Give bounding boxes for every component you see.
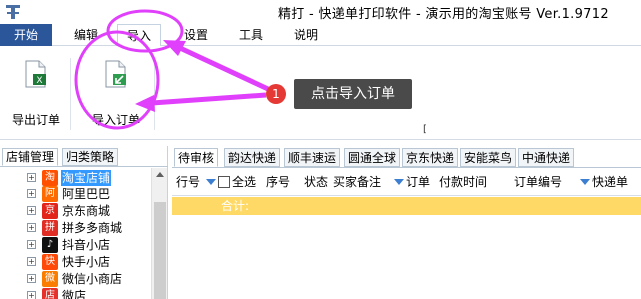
title-bar: 精打 - 快递单打印软件 - 演示用的淘宝账号 Ver.1.9712 <box>0 0 641 24</box>
column-header-label: 订单 <box>406 175 431 189</box>
export-orders-button[interactable]: X 导出订单 <box>4 54 68 127</box>
tab-sf-express[interactable]: 顺丰速运 <box>284 148 341 167</box>
app-logo-icon <box>4 3 22 21</box>
excel-export-icon: X <box>24 60 48 91</box>
column-header-label: 快递单 <box>592 175 629 189</box>
svg-text:X: X <box>36 76 42 86</box>
column-header[interactable]: 全选 <box>206 169 256 196</box>
tab-pending-review[interactable]: 待审核 <box>174 148 219 167</box>
scrollbar-thumb[interactable] <box>154 202 166 299</box>
import-orders-label: 导入订单 <box>91 113 140 127</box>
total-row: 合计: <box>172 197 641 215</box>
tab-shop-management[interactable]: 店铺管理 <box>2 148 59 166</box>
orders-grid: 行号 全选 序号 状态 买家备注 订单 付款时间 订单编号 快递单 合计: <box>172 167 641 299</box>
column-header[interactable]: 买家备注 <box>333 169 381 196</box>
jd-icon: 京 <box>42 203 58 219</box>
ribbon-separator <box>154 58 155 130</box>
menu-start[interactable]: 开始 <box>0 24 52 46</box>
column-header-label: 订单编号 <box>514 175 563 189</box>
tree-item-label: 快手小店 <box>62 255 111 269</box>
ribbon-separator <box>70 58 71 130</box>
expand-plus-icon[interactable]: + <box>27 291 36 299</box>
menu-import[interactable]: 导入 <box>117 24 161 47</box>
tab-yunda[interactable]: 韵达快递 <box>224 148 281 167</box>
kuaishou-icon: 快 <box>42 254 58 270</box>
shop-panel: 店铺管理 归类策略 + 淘淘宝店铺 + 阿阿里巴巴 + 京京东商城 + 拼拼多多商城 + ♪ 抖音小… <box>0 146 168 299</box>
column-header[interactable]: 付款时间 <box>439 169 487 196</box>
tab-jd-express[interactable]: 京东快递 <box>402 148 459 167</box>
alibaba-icon: 阿 <box>42 186 58 202</box>
column-header-label: 付款时间 <box>439 175 488 189</box>
menu-help[interactable]: 说明 <box>290 24 322 46</box>
column-header-label: 序号 <box>266 175 291 189</box>
scroll-up-arrow-icon[interactable] <box>156 172 164 177</box>
annotation-callout: 点击导入订单 <box>294 79 412 109</box>
column-header[interactable]: 状态 <box>304 169 328 196</box>
window-title: 精打 - 快递单打印软件 - 演示用的淘宝账号 Ver.1.9712 <box>278 7 609 22</box>
select-all-checkbox[interactable] <box>218 175 230 188</box>
expand-plus-icon[interactable]: + <box>27 257 36 266</box>
tab-zto[interactable]: 中通快递 <box>518 148 575 167</box>
column-header[interactable]: 行号 <box>176 169 200 196</box>
tree-item-label: 抖音小店 <box>62 238 111 252</box>
total-label: 合计: <box>221 199 250 213</box>
column-header-label: 买家备注 <box>333 175 382 189</box>
column-header-label: 行号 <box>176 175 201 189</box>
filter-icon[interactable] <box>394 178 404 185</box>
expand-plus-icon[interactable]: + <box>27 240 36 249</box>
column-header[interactable]: 订单 <box>394 169 430 196</box>
expand-plus-icon[interactable]: + <box>27 274 36 283</box>
tree-item-label: 微店 <box>62 289 87 299</box>
tab-classification-strategy[interactable]: 归类策略 <box>62 148 119 166</box>
column-header-label: 全选 <box>232 175 257 189</box>
column-header-label: 状态 <box>304 175 329 189</box>
annotation-step-number: 1 <box>266 84 286 104</box>
excel-import-icon <box>104 60 128 91</box>
expand-plus-icon[interactable]: + <box>27 173 36 182</box>
column-header[interactable]: 快递单 <box>580 169 628 196</box>
douyin-icon: ♪ <box>42 237 58 253</box>
filter-icon[interactable] <box>206 178 216 185</box>
expand-plus-icon[interactable]: + <box>27 206 36 215</box>
menu-settings[interactable]: 设置 <box>180 24 212 46</box>
tree-item-label: 微信小商店 <box>62 272 123 286</box>
shop-tree: + 淘淘宝店铺 + 阿阿里巴巴 + 京京东商城 + 拼拼多多商城 + ♪ 抖音小店 + 快快手小店 + 微微… <box>0 166 168 299</box>
column-header[interactable]: 订单编号 <box>514 169 562 196</box>
grid-header: 行号 全选 序号 状态 买家备注 订单 付款时间 订单编号 快递单 <box>172 169 641 196</box>
column-header[interactable]: 序号 <box>266 169 290 196</box>
tree-item-label: 京东商城 <box>62 204 111 218</box>
tab-anneng-cainiao[interactable]: 安能菜鸟 <box>460 148 517 167</box>
vertical-scrollbar[interactable] <box>151 168 167 299</box>
menu-edit[interactable]: 编辑 <box>70 24 102 46</box>
filter-icon[interactable] <box>580 178 590 185</box>
expand-plus-icon[interactable]: + <box>27 189 36 198</box>
pinduoduo-icon: 拼 <box>42 220 58 236</box>
orders-panel: 待审核 韵达快递 顺丰速运 圆通全球 京东快递 安能菜鸟 中通快递 行号 全选 序号 状态 买家备注… <box>172 146 641 299</box>
menu-tools[interactable]: 工具 <box>235 24 267 46</box>
tree-item-label: 阿里巴巴 <box>62 187 111 201</box>
menu-bar: 开始 编辑 导入 设置 工具 说明 <box>0 24 641 47</box>
export-orders-label: 导出订单 <box>11 113 60 127</box>
weidian-icon: 店 <box>42 288 58 299</box>
tab-yto-global[interactable]: 圆通全球 <box>344 148 401 167</box>
tree-item-label: 淘宝店铺 <box>61 170 112 186</box>
wechat-shop-icon: 微 <box>42 271 58 287</box>
text-cursor-mark: [ <box>423 124 427 135</box>
import-orders-button[interactable]: 导入订单 <box>84 54 148 127</box>
tree-item-label: 拼多多商城 <box>62 221 123 235</box>
expand-plus-icon[interactable]: + <box>27 223 36 232</box>
taobao-icon: 淘 <box>42 170 58 186</box>
